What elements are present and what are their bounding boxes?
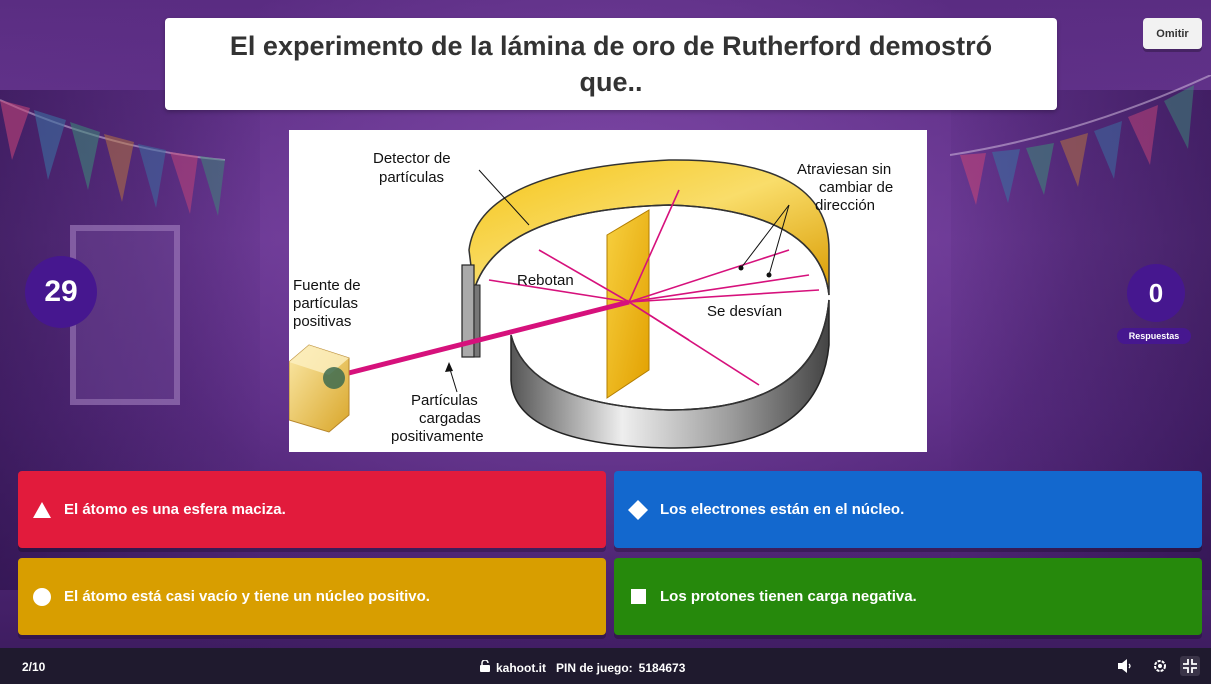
fullscreen-exit-icon[interactable] xyxy=(1180,656,1200,676)
square-icon xyxy=(628,587,648,607)
label-cargadas-line1: Partículas xyxy=(411,392,478,409)
label-fuente-line3: positivas xyxy=(293,313,351,330)
answer-label: El átomo está casi vacío y tiene un núcl… xyxy=(64,588,430,605)
answer-option-triangle[interactable]: El átomo es una esfera maciza. xyxy=(18,471,606,548)
volume-icon[interactable] xyxy=(1115,656,1135,676)
triangle-icon xyxy=(32,500,52,520)
footer-bar: 2/10 kahoot.it PIN de juego: 5184673 xyxy=(0,648,1211,684)
label-atraviesan-line3: dirección xyxy=(815,197,875,214)
settings-icon[interactable] xyxy=(1150,656,1170,676)
answers-count: 0 xyxy=(1127,264,1185,322)
site-url: kahoot.it xyxy=(496,660,546,675)
question-image: Detector de partículas Atraviesan sin ca… xyxy=(289,130,927,452)
answer-label: El átomo es una esfera maciza. xyxy=(64,501,286,518)
rutherford-experiment-diagram: Detector de partículas Atraviesan sin ca… xyxy=(289,150,893,449)
label-cargadas-line3: positivamente xyxy=(391,428,484,445)
label-fuente-line2: partículas xyxy=(293,295,358,312)
label-detector-line2: partículas xyxy=(379,169,444,186)
question-progress: 2/10 xyxy=(22,660,46,674)
label-detector-line1: Detector de xyxy=(373,150,451,167)
skip-button[interactable]: Omitir xyxy=(1143,18,1202,49)
countdown-timer: 29 xyxy=(25,256,97,328)
label-cargadas-line2: cargadas xyxy=(419,410,481,427)
bunting-left-decoration xyxy=(0,99,226,216)
question-box: El experimento de la lámina de oro de Ru… xyxy=(165,18,1057,110)
label-atraviesan-line2: cambiar de xyxy=(819,179,893,196)
game-pin: 5184673 xyxy=(638,660,686,675)
label-desvian: Se desvían xyxy=(707,303,782,320)
pin-label: PIN de juego: xyxy=(556,660,633,675)
label-rebotan: Rebotan xyxy=(517,272,574,289)
label-atraviesan-line1: Atraviesan sin xyxy=(797,161,891,178)
answer-option-square[interactable]: Los protones tienen carga negativa. xyxy=(614,558,1202,635)
answer-label: Los protones tienen carga negativa. xyxy=(660,588,917,605)
diamond-icon xyxy=(628,499,648,520)
answer-option-circle[interactable]: El átomo está casi vacío y tiene un núcl… xyxy=(18,558,606,635)
answer-option-diamond[interactable]: Los electrones están en el núcleo. xyxy=(614,471,1202,548)
circle-icon xyxy=(32,587,52,607)
label-fuente-line1: Fuente de xyxy=(293,277,361,294)
answers-count-label: Respuestas xyxy=(1117,328,1191,344)
lock-icon xyxy=(480,659,490,675)
answer-label: Los electrones están en el núcleo. xyxy=(660,501,905,518)
question-title: El experimento de la lámina de oro de Ru… xyxy=(229,30,993,97)
game-pin-info: kahoot.it PIN de juego: 5184673 xyxy=(480,659,686,675)
